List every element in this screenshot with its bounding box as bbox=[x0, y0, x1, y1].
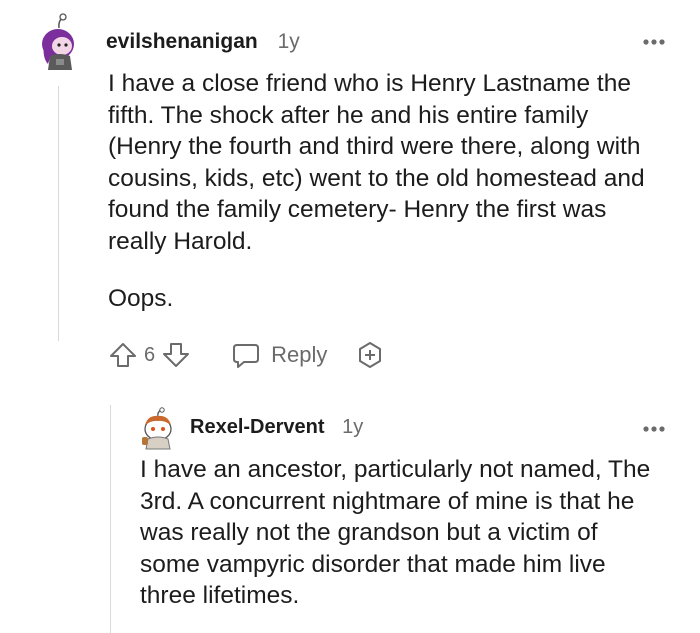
more-options-icon bbox=[643, 426, 665, 432]
username[interactable]: evilshenanigan bbox=[106, 30, 258, 53]
vote-count: 6 bbox=[144, 343, 156, 366]
speech-bubble-icon bbox=[233, 344, 260, 368]
comment-actions: 6 Reply bbox=[108, 340, 385, 370]
award-plus-icon bbox=[359, 342, 382, 368]
comment-paragraph: Oops. bbox=[108, 285, 174, 312]
comment-age[interactable]: 1y bbox=[278, 30, 300, 53]
reply-thread-line[interactable] bbox=[110, 405, 111, 633]
more-options-icon bbox=[643, 39, 665, 45]
comment-paragraph: I have a close friend who is Henry Lastn… bbox=[108, 70, 645, 255]
comment-body: I have a close friend who is Henry Lastn… bbox=[108, 68, 668, 315]
comment-age[interactable]: 1y bbox=[342, 416, 363, 438]
username[interactable]: Rexel-Dervent bbox=[190, 416, 325, 438]
downvote-button[interactable] bbox=[161, 341, 191, 369]
award-button[interactable] bbox=[355, 340, 385, 370]
reply-button[interactable]: Reply bbox=[231, 341, 327, 369]
upvote-arrow-icon bbox=[110, 343, 136, 367]
comment-rexel-dervent: Rexel-Dervent 1y I have an ancestor, par… bbox=[0, 395, 700, 633]
comment-evilshenanigan: evilshenanigan 1y I have a close friend … bbox=[0, 0, 700, 400]
more-options-button[interactable] bbox=[642, 30, 666, 51]
thread-line[interactable] bbox=[58, 86, 59, 341]
upvote-button[interactable] bbox=[108, 341, 138, 369]
avatar[interactable] bbox=[34, 12, 84, 74]
snoo-avatar-icon bbox=[42, 13, 74, 70]
comment-body: I have an ancestor, particularly not nam… bbox=[140, 454, 660, 612]
comment-author-line: evilshenanigan 1y bbox=[106, 30, 300, 54]
more-options-button[interactable] bbox=[642, 417, 666, 438]
downvote-arrow-icon bbox=[163, 343, 190, 367]
comment-paragraph: I have an ancestor, particularly not nam… bbox=[140, 456, 651, 609]
avatar[interactable] bbox=[138, 407, 178, 451]
reply-label: Reply bbox=[271, 342, 328, 367]
snoo-avatar-icon bbox=[142, 407, 172, 450]
comment-author-line: Rexel-Dervent 1y bbox=[190, 416, 363, 439]
